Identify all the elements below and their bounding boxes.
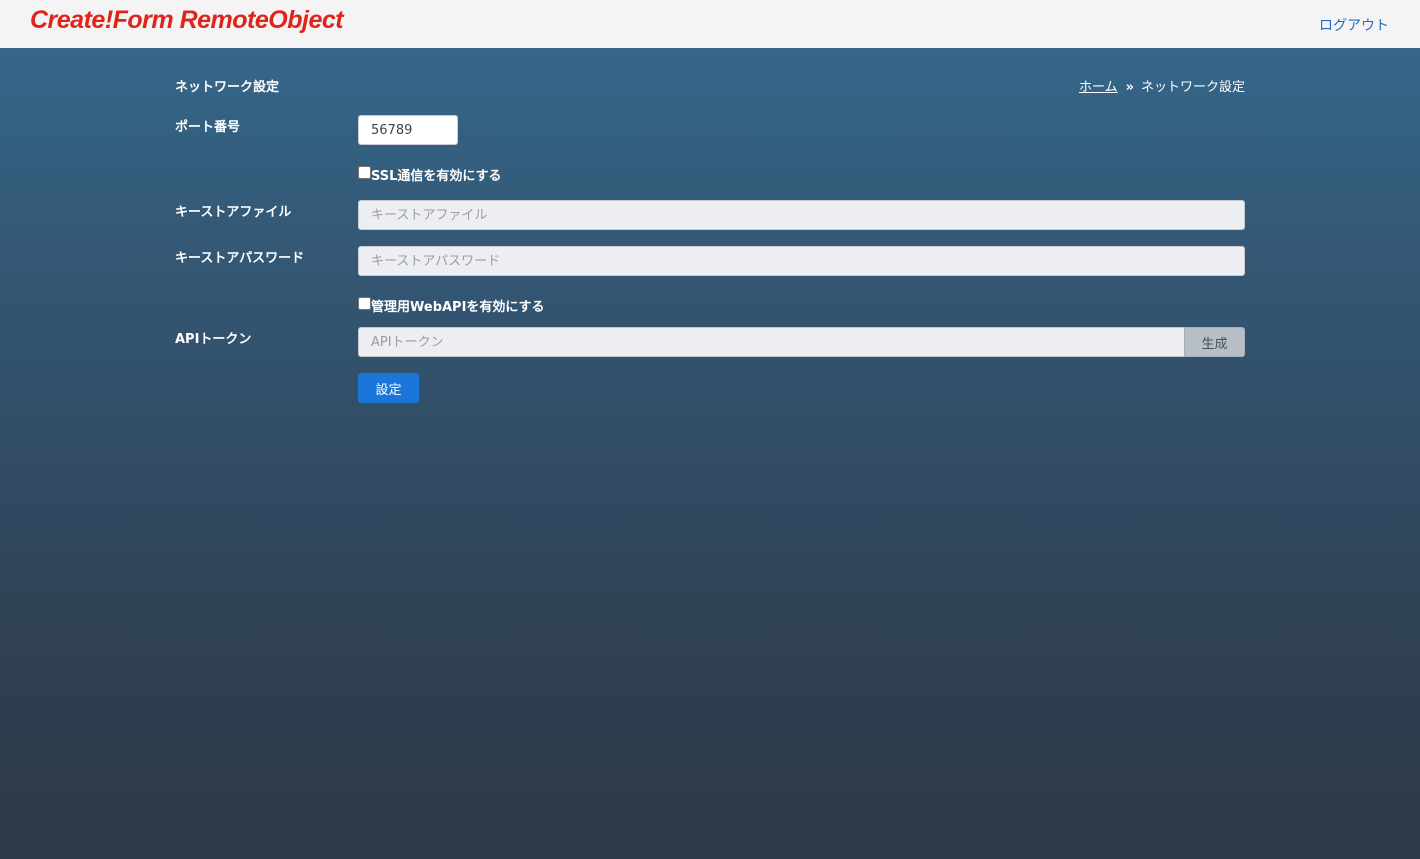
top-bar: Create!Form RemoteObject ログアウト [0, 0, 1420, 48]
submit-button[interactable]: 設定 [358, 373, 419, 403]
breadcrumb-home-link[interactable]: ホーム [1079, 80, 1118, 95]
generate-token-button[interactable]: 生成 [1184, 327, 1245, 357]
api-token-label: APIトークン [175, 332, 252, 347]
api-token-input[interactable] [358, 327, 1185, 357]
breadcrumb-current: ネットワーク設定 [1140, 80, 1245, 95]
breadcrumb-separator: » [1125, 80, 1134, 95]
breadcrumb: ホーム » ネットワーク設定 [1079, 76, 1245, 95]
port-label: ポート番号 [175, 120, 241, 135]
brand-logo: Create!Form RemoteObject [30, 6, 344, 34]
keystore-file-label: キーストアファイル [175, 205, 292, 220]
ssl-checkbox-row[interactable]: SSL通信を有効にする [358, 165, 502, 184]
keystore-password-input[interactable] [358, 246, 1245, 276]
port-input[interactable] [358, 115, 458, 145]
webapi-checkbox[interactable] [358, 297, 371, 310]
logout-link[interactable]: ログアウト [1319, 15, 1389, 35]
ssl-checkbox[interactable] [358, 166, 371, 179]
ssl-checkbox-label: SSL通信を有効にする [371, 169, 502, 184]
keystore-file-input[interactable] [358, 200, 1245, 230]
page-title: ネットワーク設定 [175, 80, 280, 95]
keystore-password-label: キーストアパスワード [175, 251, 305, 266]
webapi-checkbox-row[interactable]: 管理用WebAPIを有効にする [358, 296, 545, 315]
webapi-checkbox-label: 管理用WebAPIを有効にする [371, 300, 545, 315]
